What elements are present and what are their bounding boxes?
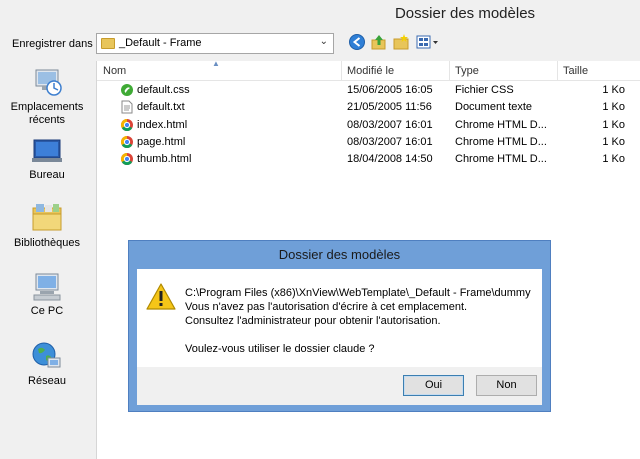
column-type[interactable]: Type: [455, 65, 479, 77]
file-name: thumb.html: [137, 153, 192, 165]
file-size: 1 Ko: [602, 84, 625, 96]
computer-icon: [33, 273, 61, 301]
file-name: default.txt: [137, 101, 185, 113]
place-libraries[interactable]: Bibliothèques: [0, 202, 94, 250]
place-label: Ce PC: [30, 305, 64, 317]
message-text: C:\Program Files (x86)\XnView\WebTemplat…: [185, 286, 531, 356]
save-dialog-window: Dossier des modèles Enregistrer dans : _…: [0, 0, 640, 459]
libraries-icon: [32, 204, 62, 231]
file-type: Chrome HTML D...: [455, 119, 547, 131]
window-title-bar: Dossier des modèles: [0, 0, 640, 28]
window-title: Dossier des modèles: [394, 5, 536, 22]
message-question: Voulez-vous utiliser le dossier claude ?: [185, 343, 375, 355]
file-size: 1 Ko: [602, 153, 625, 165]
place-desktop[interactable]: Bureau: [0, 138, 94, 182]
file-name: index.html: [137, 119, 188, 131]
file-name: default.css: [137, 84, 190, 96]
place-recent[interactable]: Emplacements récents: [0, 66, 94, 127]
column-separator[interactable]: [341, 61, 342, 81]
file-list-header: ▲ Nom Modifié le Type Taille: [97, 59, 640, 81]
places-bar: Emplacements récents Bureau Bibliothèque…: [0, 60, 94, 459]
up-folder-icon[interactable]: [370, 33, 388, 51]
sort-ascending-icon: ▲: [212, 59, 220, 68]
chrome-html-icon: [120, 136, 133, 149]
file-size: 1 Ko: [602, 101, 625, 113]
place-label: Bureau: [29, 169, 65, 181]
file-modified: 08/03/2007 16:01: [347, 119, 433, 131]
message-path: C:\Program Files (x86)\XnView\WebTemplat…: [185, 287, 531, 299]
place-label: Réseau: [28, 375, 66, 387]
save-in-label: Enregistrer dans :: [12, 38, 99, 50]
column-separator[interactable]: [449, 61, 450, 81]
file-modified: 18/04/2008 14:50: [347, 153, 433, 165]
recent-places-icon: [35, 69, 62, 96]
column-separator[interactable]: [557, 61, 558, 81]
view-menu-icon[interactable]: [416, 33, 440, 51]
network-icon: [32, 342, 61, 368]
column-name[interactable]: Nom: [103, 65, 126, 77]
file-type: Fichier CSS: [455, 84, 514, 96]
file-type: Chrome HTML D...: [455, 153, 547, 165]
table-row[interactable]: thumb.html 18/04/2008 14:50 Chrome HTML …: [97, 151, 640, 168]
chevron-down-icon[interactable]: ⌄: [320, 36, 328, 47]
column-modified[interactable]: Modifié le: [347, 65, 394, 77]
table-row[interactable]: page.html 08/03/2007 16:01 Chrome HTML D…: [97, 134, 640, 151]
save-in-value: _Default - Frame: [119, 37, 202, 49]
table-row[interactable]: index.html 08/03/2007 16:01 Chrome HTML …: [97, 117, 640, 134]
back-arrow-icon[interactable]: [348, 33, 366, 51]
place-computer[interactable]: Ce PC: [0, 272, 94, 318]
message-line: Vous n'avez pas l'autorisation d'écrire …: [185, 301, 468, 313]
folder-icon: [101, 38, 115, 49]
warning-icon: [146, 283, 176, 310]
message-line: Consultez l'administrateur pour obtenir …: [185, 315, 441, 327]
permission-message-box: Dossier des modèles C:\Program Files (x8…: [128, 240, 551, 412]
text-file-icon: [121, 100, 133, 114]
place-network[interactable]: Réseau: [0, 340, 94, 388]
file-modified: 15/06/2005 16:05: [347, 84, 433, 96]
file-type: Document texte: [455, 101, 533, 113]
file-size: 1 Ko: [602, 136, 625, 148]
desktop-icon: [32, 139, 62, 162]
new-folder-icon[interactable]: [392, 33, 410, 51]
file-size: 1 Ko: [602, 119, 625, 131]
save-in-dropdown[interactable]: _Default - Frame ⌄: [96, 33, 334, 54]
file-type: Chrome HTML D...: [455, 136, 547, 148]
table-row[interactable]: default.txt 21/05/2005 11:56 Document te…: [97, 99, 640, 116]
yes-button[interactable]: Oui: [403, 375, 464, 396]
message-box-body: C:\Program Files (x86)\XnView\WebTemplat…: [137, 269, 542, 367]
place-label: Emplacements récents: [10, 101, 84, 126]
file-modified: 21/05/2005 11:56: [347, 101, 432, 113]
message-box-footer: Oui Non: [137, 367, 542, 405]
table-row[interactable]: default.css 15/06/2005 16:05 Fichier CSS…: [97, 82, 640, 99]
file-modified: 08/03/2007 16:01: [347, 136, 433, 148]
message-box-title: Dossier des modèles: [278, 247, 401, 262]
chrome-html-icon: [120, 119, 133, 132]
chrome-html-icon: [120, 153, 133, 166]
file-name: page.html: [137, 136, 186, 148]
css-file-icon: [121, 84, 133, 96]
place-label: Bibliothèques: [13, 237, 81, 249]
no-button[interactable]: Non: [476, 375, 537, 396]
column-size[interactable]: Taille: [563, 65, 588, 77]
